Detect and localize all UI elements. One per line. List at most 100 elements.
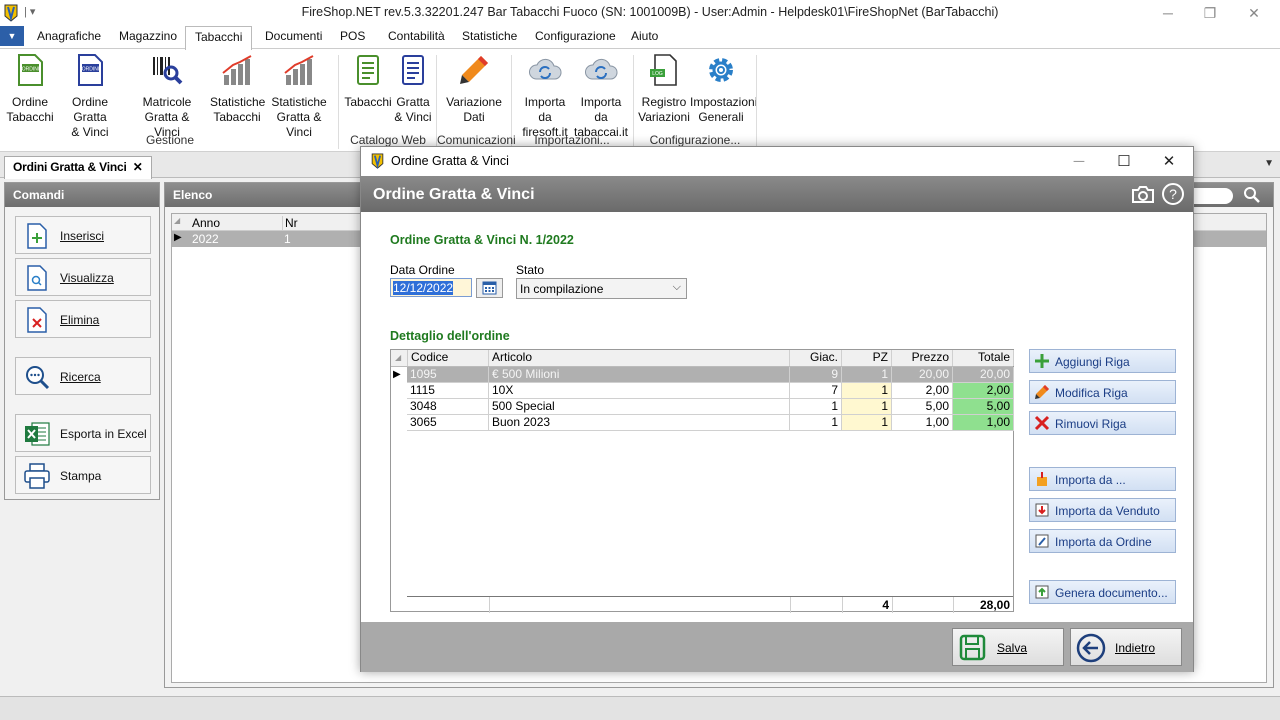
tab-documenti[interactable]: Documenti	[265, 28, 322, 48]
ribbon-group-importazioni: Importazioni...	[534, 133, 610, 147]
view-document-icon	[27, 265, 47, 291]
elenco-search-icon[interactable]	[1243, 186, 1261, 209]
calendar-icon	[482, 281, 497, 295]
modifica-riga-button[interactable]: Modifica Riga	[1029, 380, 1176, 404]
dialog-header: Ordine Gratta & Vinci ?	[361, 176, 1193, 212]
restore-icon[interactable]: ❐	[1190, 3, 1230, 23]
indietro-button[interactable]: Indietro	[1070, 628, 1182, 666]
ribbon-importa-tabaccai-button[interactable]: Importa da tabaccai.it	[573, 53, 629, 140]
col-articolo[interactable]: Articolo	[489, 350, 790, 366]
ribbon-statistiche-gratta-button[interactable]: Statistiche Gratta & Vinci	[264, 53, 334, 140]
importa-da-venduto-button[interactable]: Importa da Venduto	[1029, 498, 1176, 522]
close-icon[interactable]: ✕	[1234, 3, 1274, 23]
plus-icon	[1035, 354, 1049, 368]
rimuovi-riga-button[interactable]: Rimuovi Riga	[1029, 411, 1176, 435]
ribbon-matricole-button[interactable]: Matricole Gratta & Vinci	[132, 53, 202, 140]
svg-text:?: ?	[1169, 186, 1177, 202]
stato-label: Stato	[516, 263, 545, 277]
dialog-minimize-icon[interactable]: ─	[1059, 151, 1099, 173]
calendar-button[interactable]	[476, 278, 503, 298]
search-icon	[26, 366, 50, 390]
ribbon-tabs: ▼ Anagrafiche Magazzino Tabacchi Documen…	[0, 24, 1280, 50]
tab-tabacchi[interactable]: Tabacchi	[185, 26, 253, 50]
data-ordine-label: Data Ordine	[390, 263, 455, 277]
tab-pos[interactable]: POS	[340, 28, 365, 48]
ribbon-ordine-gratta-button[interactable]: ORDINI Ordine Gratta & Vinci	[56, 53, 124, 140]
dialog-close-icon[interactable]: ✕	[1149, 151, 1189, 173]
gear-icon	[709, 58, 733, 82]
insert-document-icon	[27, 223, 47, 249]
ribbon-catalogo-gratta-button[interactable]: Gratta & Vinci	[394, 53, 432, 125]
ribbon-separator	[338, 55, 339, 149]
svg-text:ORDINI: ORDINI	[82, 67, 100, 73]
camera-icon[interactable]	[1131, 184, 1155, 204]
svg-text:LOG: LOG	[652, 71, 663, 77]
commands-panel: Comandi Inserisci Visualizza Elimina Ric…	[4, 182, 160, 500]
order-subtitle: Ordine Gratta & Vinci N. 1/2022	[390, 233, 574, 247]
importa-da-ordine-button[interactable]: Importa da Ordine	[1029, 529, 1176, 553]
stampa-button[interactable]: Stampa	[15, 456, 151, 494]
help-icon[interactable]: ?	[1161, 182, 1185, 206]
log-document-icon: LOG	[650, 54, 677, 86]
tab-anagrafiche[interactable]: Anagrafiche	[37, 28, 101, 48]
app-menu-button[interactable]: ▼	[0, 26, 24, 46]
salva-button[interactable]: Salva	[952, 628, 1064, 666]
ribbon-ordine-tabacchi-button[interactable]: ORDINI Ordine Tabacchi	[6, 53, 54, 125]
dialog-body: Ordine Gratta & Vinci N. 1/2022 Data Ord…	[361, 212, 1193, 622]
inserisci-button[interactable]: Inserisci	[15, 216, 151, 254]
pencil-icon	[460, 56, 488, 84]
col-codice[interactable]: Codice	[407, 350, 489, 366]
ribbon-catalogo-tabacchi-button[interactable]: Tabacchi	[344, 53, 392, 110]
aggiungi-riga-button[interactable]: Aggiungi Riga	[1029, 349, 1176, 373]
grid-corner-icon: ◢	[174, 216, 181, 225]
save-icon	[959, 634, 986, 661]
cloud-sync-icon	[529, 58, 562, 80]
col-pz[interactable]: PZ	[842, 350, 892, 366]
col-anno[interactable]: Anno	[192, 216, 220, 230]
ribbon-registro-variazioni-button[interactable]: LOG Registro Variazioni	[638, 53, 690, 125]
tab-magazzino[interactable]: Magazzino	[119, 28, 177, 48]
data-ordine-field[interactable]: 12/12/2022	[390, 278, 472, 297]
minimize-icon[interactable]: ─	[1148, 3, 1188, 23]
elimina-button[interactable]: Elimina	[15, 300, 151, 338]
status-bar	[0, 696, 1280, 720]
total-pz: 4	[882, 598, 889, 612]
visualizza-button[interactable]: Visualizza	[15, 258, 151, 296]
ribbon-variazione-dati-button[interactable]: Variazione Dati	[446, 53, 502, 125]
dialog-header-title: Ordine Gratta & Vinci	[373, 186, 535, 203]
tab-contabilita[interactable]: Contabilità	[388, 28, 445, 48]
dialog-maximize-icon[interactable]: ☐	[1104, 151, 1144, 173]
dialog-window-title: Ordine Gratta & Vinci	[391, 154, 509, 168]
dettaglio-title: Dettaglio dell'ordine	[390, 329, 510, 343]
tab-statistiche[interactable]: Statistiche	[462, 28, 517, 48]
col-totale[interactable]: Totale	[953, 350, 1014, 366]
tab-aiuto[interactable]: Aiuto	[631, 28, 658, 48]
row-indicator-icon: ▶	[393, 369, 401, 380]
order-detail-grid: ◢ Codice Articolo Giac. PZ Prezzo Totale…	[390, 349, 1014, 613]
import-down-icon	[1035, 503, 1049, 517]
ricerca-button[interactable]: Ricerca	[15, 357, 151, 395]
esporta-excel-button[interactable]: Esporta in Excel	[15, 414, 151, 452]
ribbon-importa-firesoft-button[interactable]: Importa da firesoft.it	[517, 53, 573, 140]
ordini-gratta-icon: ORDINI	[78, 54, 103, 86]
tab-overflow-icon[interactable]: ▼	[1264, 158, 1274, 169]
ribbon-impostazioni-generali-button[interactable]: Impostazioni Generali	[690, 53, 757, 125]
ribbon-statistiche-tabacchi-button[interactable]: Statistiche Tabacchi	[210, 53, 265, 125]
svg-text:ORDINI: ORDINI	[22, 67, 40, 73]
printer-icon	[24, 463, 50, 489]
col-nr[interactable]: Nr	[282, 216, 298, 230]
app-titlebar: | ▾ FireShop.NET rev.5.3.32201.247 Bar T…	[0, 0, 1280, 26]
col-giac[interactable]: Giac.	[790, 350, 842, 366]
genera-documento-button[interactable]: Genera documento...	[1029, 580, 1176, 604]
import-icon	[1037, 472, 1047, 486]
x-icon	[1034, 415, 1050, 431]
doctab-ordini-gratta[interactable]: Ordini Gratta & Vinci ✕	[4, 156, 152, 179]
doctab-close-icon[interactable]: ✕	[133, 160, 143, 174]
col-prezzo[interactable]: Prezzo	[892, 350, 953, 366]
dialog-titlebar: Ordine Gratta & Vinci ─ ☐ ✕	[361, 147, 1193, 176]
importa-da-button[interactable]: Importa da ...	[1029, 467, 1176, 491]
catalog-icon	[402, 55, 424, 85]
stato-select[interactable]: In compilazione ⌵	[516, 278, 687, 299]
commands-title: Comandi	[5, 183, 159, 207]
tab-configurazione[interactable]: Configurazione	[535, 28, 616, 48]
